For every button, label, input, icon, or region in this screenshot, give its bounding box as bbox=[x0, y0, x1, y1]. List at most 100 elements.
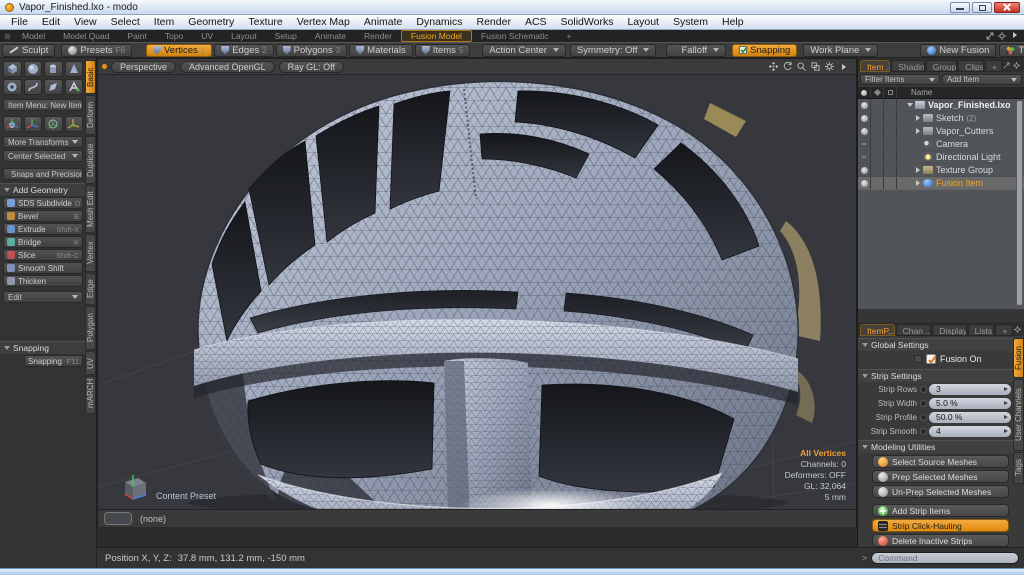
tree-row-sketch[interactable]: Sketch (2) bbox=[858, 112, 1024, 125]
expand-icon[interactable] bbox=[986, 32, 994, 40]
spinner-icon[interactable] bbox=[1004, 415, 1008, 419]
vtab-march[interactable]: mARCH bbox=[85, 376, 96, 414]
menu-item-edit[interactable]: Edit bbox=[35, 16, 67, 28]
expander-icon[interactable] bbox=[905, 103, 915, 107]
menu-item-system[interactable]: System bbox=[666, 16, 715, 28]
menu-item-animate[interactable]: Animate bbox=[357, 16, 410, 28]
tree-vis-button[interactable]: Tree Vis bbox=[999, 44, 1024, 57]
snaps-and-precision-button[interactable]: Snaps and Precision bbox=[3, 168, 83, 180]
select-source-meshes-button[interactable]: Select Source Meshes bbox=[872, 455, 1009, 468]
tab-lists[interactable]: Lists bbox=[968, 324, 995, 336]
item-menu-dropdown[interactable]: Item Menu: New Item bbox=[3, 99, 83, 111]
menu-item-dynamics[interactable]: Dynamics bbox=[409, 16, 469, 28]
menu-item-view[interactable]: View bbox=[67, 16, 104, 28]
more-transforms-dropdown[interactable]: More Transforms bbox=[3, 136, 83, 148]
transform-tool[interactable] bbox=[65, 116, 84, 132]
tool-sds-subdivide[interactable]: SDS Subdivide D bbox=[3, 197, 83, 209]
add-item-dropdown[interactable]: Add Item bbox=[942, 74, 1022, 85]
tab-model-quad[interactable]: Model Quad bbox=[54, 31, 118, 42]
tab-clips[interactable]: Clips bbox=[958, 60, 984, 72]
gear-icon[interactable] bbox=[825, 62, 834, 71]
menu-item-texture[interactable]: Texture bbox=[241, 16, 289, 28]
tab-setup[interactable]: Setup bbox=[266, 31, 306, 42]
scale-tool[interactable] bbox=[44, 116, 63, 132]
strip-profile-input[interactable]: 50.0 % bbox=[929, 412, 1011, 423]
gear-icon[interactable] bbox=[998, 32, 1006, 40]
tab-uv[interactable]: UV bbox=[192, 31, 222, 42]
panel-arrow-icon[interactable] bbox=[1010, 32, 1020, 40]
tool-extrude[interactable]: Extrude Shift-X bbox=[3, 223, 83, 235]
viewport-canvas[interactable]: Content Preset All Vertices Channels: 0 … bbox=[98, 75, 856, 509]
tool-thicken[interactable]: Thicken bbox=[3, 275, 83, 287]
tool-bridge[interactable]: Bridge K bbox=[3, 236, 83, 248]
snapping-section-header[interactable]: Snapping bbox=[0, 341, 86, 354]
move-tool[interactable] bbox=[3, 116, 22, 132]
tab-add-button[interactable]: + bbox=[558, 31, 581, 42]
mode-materials-button[interactable]: Materials bbox=[349, 44, 413, 57]
strip-smooth-input[interactable]: 4 bbox=[929, 426, 1011, 437]
gear-icon[interactable] bbox=[1014, 326, 1021, 333]
tree-row-fusion-item[interactable]: Fusion Item bbox=[858, 177, 1024, 190]
snapping-toggle-button[interactable]: Snapping F11 bbox=[24, 355, 83, 367]
expander-icon[interactable] bbox=[913, 115, 923, 121]
tab-display[interactable]: Display bbox=[932, 324, 966, 336]
work-plane-dropdown[interactable]: Work Plane bbox=[803, 44, 878, 57]
modeling-utilities-header[interactable]: Modeling Utilities bbox=[858, 440, 1013, 453]
tab-animate[interactable]: Animate bbox=[306, 31, 355, 42]
maximize-viewport-icon[interactable] bbox=[811, 62, 820, 71]
gear-icon[interactable] bbox=[1013, 62, 1020, 69]
spinner-icon[interactable] bbox=[1004, 401, 1008, 405]
channel-dot-icon[interactable] bbox=[920, 414, 927, 421]
new-fusion-button[interactable]: New Fusion bbox=[920, 44, 996, 57]
mode-polygons-button[interactable]: Polygons 3 bbox=[276, 44, 348, 57]
center-selected-dropdown[interactable]: Center Selected bbox=[3, 150, 83, 162]
channel-dot-icon[interactable] bbox=[920, 400, 927, 407]
edit-dropdown[interactable]: Edit bbox=[3, 291, 83, 303]
vtab-fusion[interactable]: Fusion bbox=[1013, 338, 1024, 378]
tab-render[interactable]: Render bbox=[355, 31, 401, 42]
tool-bevel[interactable]: Bevel B bbox=[3, 210, 83, 222]
pan-icon[interactable] bbox=[769, 62, 778, 71]
expand-icon[interactable] bbox=[1003, 62, 1010, 69]
tab-paint[interactable]: Paint bbox=[118, 31, 155, 42]
strip-width-input[interactable]: 5.0 % bbox=[929, 398, 1011, 409]
text-tool[interactable] bbox=[65, 79, 84, 95]
vtab-polygon[interactable]: Polygon bbox=[85, 306, 96, 350]
eye-icon[interactable] bbox=[861, 180, 868, 187]
cube-tool[interactable] bbox=[3, 61, 22, 77]
torus-tool[interactable] bbox=[3, 79, 22, 95]
command-input[interactable] bbox=[871, 552, 1019, 564]
perspective-dropdown[interactable]: Perspective bbox=[111, 61, 176, 73]
symmetry-dropdown[interactable]: Symmetry: Off bbox=[570, 44, 657, 57]
snapping-button[interactable]: Snapping bbox=[732, 44, 797, 57]
delete-inactive-strips-button[interactable]: Delete Inactive Strips bbox=[872, 534, 1009, 547]
expander-icon[interactable] bbox=[913, 180, 923, 186]
tree-row-texture-group[interactable]: Texture Group bbox=[858, 164, 1024, 177]
raygl-dropdown[interactable]: Ray GL: Off bbox=[279, 61, 344, 73]
prep-selected-meshes-button[interactable]: Prep Selected Meshes bbox=[872, 470, 1009, 483]
maximize-button[interactable] bbox=[972, 2, 992, 13]
add-strip-items-button[interactable]: Add Strip Items bbox=[872, 504, 1009, 517]
menu-item-vertex-map[interactable]: Vertex Map bbox=[290, 16, 357, 28]
3d-viewport[interactable]: Perspective Advanced OpenGL Ray GL: Off bbox=[97, 58, 857, 527]
tab-model[interactable]: Model bbox=[13, 31, 54, 42]
tab-shading[interactable]: Shading bbox=[891, 60, 924, 72]
vtab-vertex[interactable]: Vertex bbox=[85, 234, 96, 272]
strip-settings-header[interactable]: Strip Settings bbox=[858, 369, 1013, 382]
menu-item-select[interactable]: Select bbox=[104, 16, 147, 28]
minimize-button[interactable] bbox=[950, 2, 970, 13]
fusion-on-checkbox[interactable] bbox=[926, 354, 936, 364]
tree-row-camera[interactable]: Camera bbox=[858, 138, 1024, 151]
tab-add[interactable]: + bbox=[995, 324, 1013, 336]
pen-tool[interactable] bbox=[44, 79, 63, 95]
vtab-mesh-edit[interactable]: Mesh Edit bbox=[85, 185, 96, 233]
vtab-uv[interactable]: UV bbox=[85, 351, 96, 375]
mode-edges-button[interactable]: Edges 2 bbox=[214, 44, 273, 57]
tab-fusion-schematic[interactable]: Fusion Schematic bbox=[472, 31, 558, 42]
curve-tool[interactable] bbox=[24, 79, 43, 95]
tree-row-vapor-cutters[interactable]: Vapor_Cutters bbox=[858, 125, 1024, 138]
expander-icon[interactable] bbox=[913, 167, 923, 173]
menu-item-item[interactable]: Item bbox=[147, 16, 181, 28]
vtab-duplicate[interactable]: Duplicate bbox=[85, 136, 96, 184]
presets-button[interactable]: Presets F6 bbox=[61, 44, 132, 57]
